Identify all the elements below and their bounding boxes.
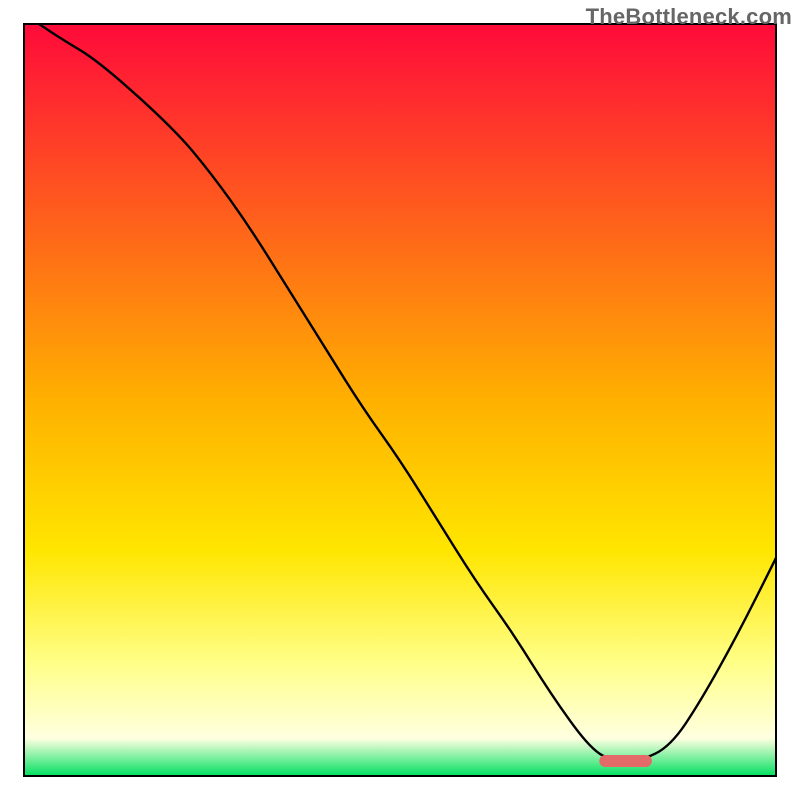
optimal-zone-marker [599,755,652,767]
watermark-label: TheBottleneck.com [586,4,792,30]
chart-background [24,24,776,776]
bottleneck-chart [0,0,800,800]
chart-container: TheBottleneck.com [0,0,800,800]
